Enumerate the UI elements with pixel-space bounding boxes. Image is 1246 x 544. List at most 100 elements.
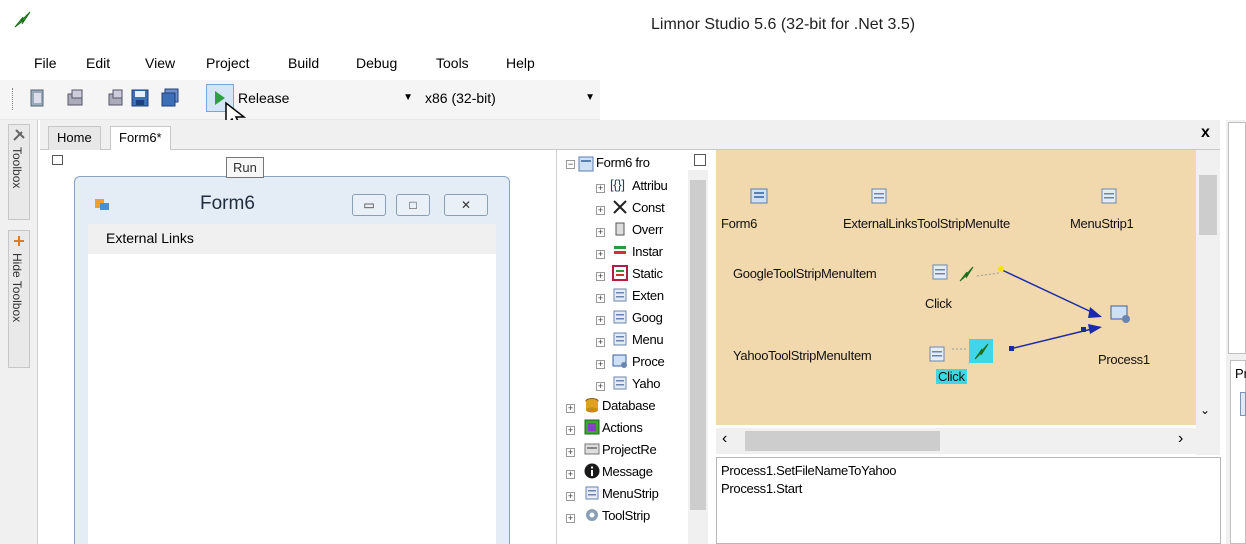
tree-expand-icon[interactable]: + [596,338,605,347]
menu-item-icon [613,310,627,324]
tree-node-external-links[interactable]: Exten [632,288,664,308]
scroll-left-icon[interactable]: ‹ [722,430,727,448]
tree-collapse-icon[interactable]: − [566,160,575,169]
tree-node-google[interactable]: Goog [632,310,663,330]
scroll-right-icon[interactable]: › [1178,430,1183,448]
tree-node-constructors[interactable]: Const [632,200,665,220]
minimize-icon[interactable]: ▭ [352,194,386,216]
chevron-down-icon: ▼ [403,92,413,103]
run-tooltip: Run [226,157,264,178]
tree-node-instance[interactable]: Instar [632,244,663,264]
new-project-icon[interactable] [28,88,48,108]
save-all-icon[interactable] [160,88,180,108]
menu-view[interactable]: View [145,55,175,71]
toolbar-grip[interactable] [12,88,15,110]
tree-expand-icon[interactable]: + [596,250,605,259]
document-tab-strip [40,120,1220,150]
tree-expand-icon[interactable]: + [566,448,575,457]
tree-node-message[interactable]: Message [602,464,653,484]
tree-node-database[interactable]: Database [602,398,656,418]
chevron-down-icon: ▼ [585,92,595,103]
info-icon [584,463,600,479]
tree-node-menustrip[interactable]: Menu [632,332,664,352]
open-file-icon[interactable] [106,88,126,108]
menu-item-icon [613,376,627,390]
properties-panel-label: Pr [1235,366,1246,381]
constructor-icon [613,200,627,214]
tree-scrollbar-thumb[interactable] [690,180,706,510]
maximize-icon[interactable]: □ [396,194,430,216]
attributes-icon: [{}] [610,177,625,192]
tree-node-process[interactable]: Proce [632,354,665,374]
tree-expand-icon[interactable]: + [566,492,575,501]
form6-title: Form6 [200,193,255,214]
event-map-vertical-thumb[interactable] [1199,175,1217,235]
tree-node-toolstrip[interactable]: ToolStrip [602,508,650,528]
database-icon [585,398,599,413]
project-resources-icon [584,443,600,455]
menu-project[interactable]: Project [206,55,250,71]
open-icon[interactable] [66,88,86,108]
toolbox-icon [13,129,25,141]
tree-expand-icon[interactable]: + [596,382,605,391]
properties-toolbar-icon[interactable] [1240,392,1246,416]
tree-panel-collapse-icon[interactable] [694,154,706,166]
tree-node-overrides[interactable]: Overr [632,222,663,242]
tree-expand-icon[interactable]: + [596,360,605,369]
event-map-horizontal-thumb[interactable] [745,431,940,451]
tree-expand-icon[interactable]: + [566,470,575,479]
title-bar [0,0,1246,48]
save-icon[interactable] [130,88,150,108]
tree-root-node[interactable]: Form6 fro [596,155,650,175]
right-panel-top[interactable] [1228,122,1246,354]
tree-expand-icon[interactable]: + [596,228,605,237]
tree-node-project-resources[interactable]: ProjectRe [602,442,657,462]
tab-form6[interactable]: Form6* [110,126,171,152]
action-start[interactable]: Process1.Start [721,481,802,496]
tree-expand-icon[interactable]: + [566,404,575,413]
tree-expand-icon[interactable]: + [566,426,575,435]
tree-node-attributes[interactable]: Attribu [632,178,668,198]
limnor-app-icon[interactable] [12,8,34,30]
tab-home[interactable]: Home [48,126,101,150]
form-node-icon [578,156,594,172]
scroll-down-icon[interactable]: ⌄ [1200,403,1210,417]
menu-debug[interactable]: Debug [356,55,397,71]
form-icon [95,199,109,210]
tree-node-menustrip-type[interactable]: MenuStrip [602,486,659,506]
hide-toolbox-tab[interactable]: Hide Toolbox [8,230,30,368]
menu-build[interactable]: Build [288,55,319,71]
menu-tools[interactable]: Tools [436,55,469,71]
tree-expand-icon[interactable]: + [596,316,605,325]
external-links-menu-item[interactable]: External Links [106,230,194,246]
tree-node-yahoo[interactable]: Yaho [632,376,661,396]
properties-panel[interactable] [1230,360,1246,544]
tree-expand-icon[interactable]: + [596,272,605,281]
menu-item-icon [613,288,627,302]
tree-expand-icon[interactable]: + [596,294,605,303]
menu-strip-icon [613,332,627,346]
hide-toolbox-tab-label: Hide Toolbox [10,253,24,323]
platform-value: x86 (32-bit) [425,90,496,106]
override-icon [615,222,625,236]
menu-edit[interactable]: Edit [86,55,110,71]
instance-icon [614,246,626,254]
close-icon[interactable]: ✕ [444,194,488,216]
collapse-icon[interactable] [52,155,63,165]
toolbox-tab[interactable]: Toolbox [8,124,30,220]
window-title: Limnor Studio 5.6 (32-bit for .Net 3.5) [651,16,916,33]
tree-expand-icon[interactable]: + [596,206,605,215]
close-document-button[interactable]: x [1201,124,1210,142]
action-set-filename[interactable]: Process1.SetFileNameToYahoo [721,463,897,478]
menu-bar [0,48,1246,78]
build-configuration-select[interactable]: Release ▼ [238,90,413,110]
menu-help[interactable]: Help [506,55,535,71]
tree-expand-icon[interactable]: + [596,184,605,193]
menu-file[interactable]: File [34,55,57,71]
platform-select[interactable]: x86 (32-bit) ▼ [425,90,595,110]
form6-client-area[interactable] [88,224,496,544]
tree-node-static[interactable]: Static [632,266,663,286]
tree-expand-icon[interactable]: + [566,514,575,523]
tree-node-actions[interactable]: Actions [602,420,643,440]
toolstrip-icon [586,509,598,521]
